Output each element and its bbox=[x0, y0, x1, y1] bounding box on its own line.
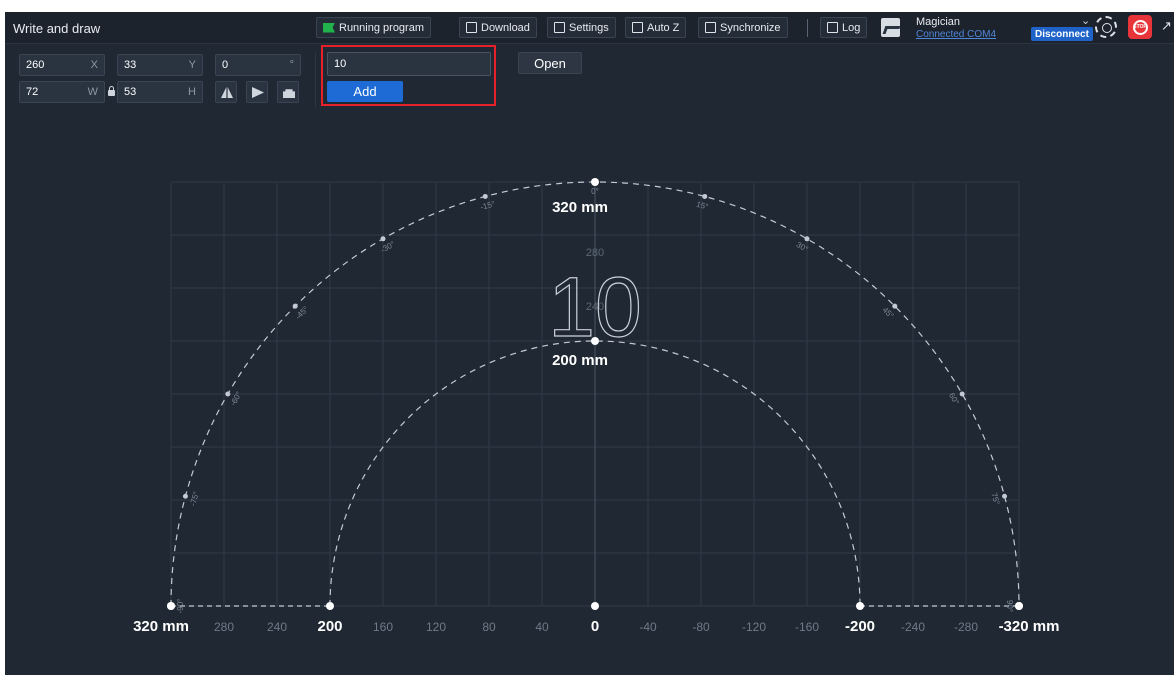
x-tick-label: -120 bbox=[742, 620, 766, 634]
angle-marker bbox=[702, 193, 708, 199]
x-tick-label: 240 bbox=[267, 620, 287, 634]
angle-label: -90° bbox=[176, 599, 185, 614]
radius-mark-280: 280 bbox=[586, 247, 604, 259]
angle-label: -30° bbox=[379, 239, 396, 254]
angle-label: 75° bbox=[989, 492, 1001, 506]
outer-radius-label: 320 mm bbox=[552, 199, 608, 216]
x-tick-label: 80 bbox=[482, 620, 496, 634]
x-tick-label: 280 bbox=[214, 620, 234, 634]
angle-label: 15° bbox=[695, 200, 709, 212]
angle-marker bbox=[591, 178, 599, 186]
angle-marker bbox=[892, 303, 898, 309]
baseline-marker bbox=[856, 602, 864, 610]
x-tick-label: -320 mm bbox=[999, 618, 1060, 635]
x-tick-label: -240 bbox=[901, 620, 925, 634]
angle-marker bbox=[182, 493, 188, 499]
angle-marker bbox=[959, 391, 965, 397]
angle-marker bbox=[1002, 493, 1008, 499]
angle-label: 0° bbox=[591, 187, 599, 196]
x-tick-label: -200 bbox=[845, 618, 875, 635]
x-tick-label: -280 bbox=[954, 620, 978, 634]
grid bbox=[170, 181, 1020, 607]
angle-marker bbox=[804, 236, 810, 242]
x-tick-label: 0 bbox=[591, 618, 599, 635]
drawing-workspace[interactable]: 320 mm 200 mm 280 240 10 -90°-75°-60°-45… bbox=[5, 12, 1174, 675]
angle-label: -15° bbox=[479, 199, 496, 212]
angle-marker bbox=[380, 236, 386, 242]
inner-top-marker bbox=[591, 337, 599, 345]
baseline-marker bbox=[167, 602, 175, 610]
angle-marker bbox=[292, 303, 298, 309]
x-tick-label: 200 bbox=[317, 618, 342, 635]
x-tick-label: 320 mm bbox=[133, 618, 189, 635]
x-tick-label: -80 bbox=[692, 620, 710, 634]
angle-label: 90° bbox=[1005, 600, 1014, 612]
x-tick-label: 160 bbox=[373, 620, 393, 634]
angle-marker bbox=[482, 193, 488, 199]
angle-label: -60° bbox=[228, 390, 243, 407]
inner-radius-label: 200 mm bbox=[552, 352, 608, 369]
baseline-marker bbox=[326, 602, 334, 610]
x-tick-label: -160 bbox=[795, 620, 819, 634]
x-tick-label: -40 bbox=[639, 620, 657, 634]
angle-marker bbox=[225, 391, 231, 397]
angle-label: -75° bbox=[188, 490, 201, 507]
x-tick-label: 120 bbox=[426, 620, 446, 634]
baseline-marker bbox=[591, 602, 599, 610]
app-window: Write and draw Running program Download … bbox=[5, 12, 1174, 675]
baseline-marker bbox=[1015, 602, 1023, 610]
x-tick-label: 40 bbox=[535, 620, 549, 634]
